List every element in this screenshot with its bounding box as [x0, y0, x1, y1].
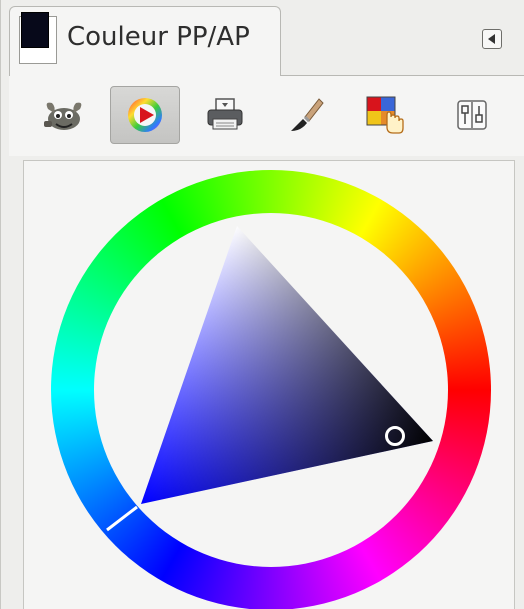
saturation-value-triangle[interactable]: [141, 226, 433, 504]
selector-overlay: [106, 226, 433, 532]
hue-marker[interactable]: [106, 505, 138, 532]
fg-bg-color-dialog: Couleur PP/AP: [0, 0, 524, 609]
